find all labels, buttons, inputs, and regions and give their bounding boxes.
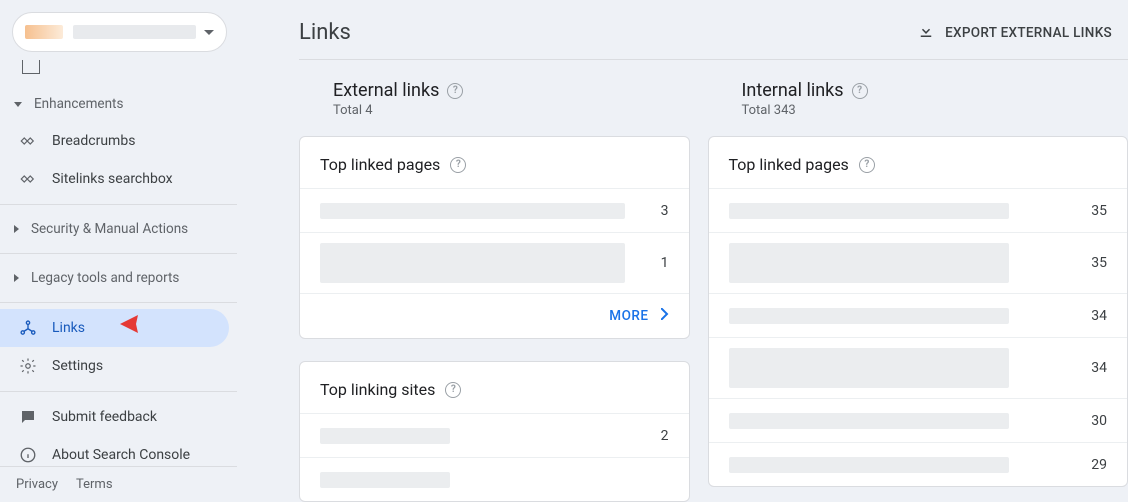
row-value: 34	[1083, 308, 1107, 324]
row-value: 29	[1083, 457, 1107, 473]
page-title: Links	[299, 20, 351, 45]
table-row[interactable]	[300, 457, 689, 501]
property-favicon	[25, 25, 63, 39]
gear-icon	[18, 357, 38, 375]
card-title: Top linked pages	[320, 155, 440, 174]
row-value: 35	[1083, 255, 1107, 271]
redacted-site	[320, 428, 450, 444]
row-value: 1	[645, 255, 669, 271]
divider	[0, 391, 237, 392]
table-row[interactable]: 2	[300, 413, 689, 457]
external-links-column: External links ? Total 4 Top linked page…	[299, 80, 690, 502]
internal-links-column: Internal links ? Total 343 Top linked pa…	[738, 80, 1128, 502]
expand-icon	[14, 102, 22, 107]
redacted-url	[320, 203, 625, 219]
nav-label: Sitelinks searchbox	[52, 171, 173, 187]
footer-terms-link[interactable]: Terms	[76, 477, 113, 492]
section-legacy[interactable]: Legacy tools and reports	[0, 260, 237, 296]
help-icon[interactable]: ?	[447, 83, 463, 99]
collapse-icon	[14, 225, 19, 233]
more-button[interactable]: MORE	[300, 293, 689, 338]
links-icon	[18, 319, 38, 337]
help-icon[interactable]: ?	[450, 157, 466, 173]
table-row[interactable]: 35	[709, 232, 1128, 293]
nav-links[interactable]: Links	[0, 309, 229, 347]
sidebar: Enhancements Breadcrumbs Sitelinks searc…	[0, 0, 237, 502]
card-external-top-linking-sites: Top linking sites ? 2	[299, 361, 690, 502]
nav-label: Settings	[52, 358, 103, 374]
sitelinks-icon	[18, 170, 38, 188]
download-icon	[917, 22, 935, 44]
page-header: Links EXPORT EXTERNAL LINKS	[299, 0, 1128, 60]
redacted-site	[320, 472, 450, 488]
help-icon[interactable]: ?	[852, 83, 868, 99]
redacted-url	[320, 243, 625, 283]
external-links-title: External links	[333, 80, 439, 101]
redacted-url	[729, 308, 1009, 324]
table-row[interactable]: 29	[709, 442, 1128, 486]
redacted-url	[729, 348, 1009, 388]
nav-submit-feedback[interactable]: Submit feedback	[0, 398, 229, 436]
collapse-icon	[14, 274, 19, 282]
external-links-total: Total 4	[333, 103, 690, 118]
redacted-url	[729, 243, 1009, 283]
nav-label: Links	[52, 320, 85, 336]
section-security[interactable]: Security & Manual Actions	[0, 211, 237, 247]
table-row[interactable]: 35	[709, 188, 1128, 232]
card-title: Top linking sites	[320, 380, 435, 399]
redacted-url	[729, 457, 1009, 473]
row-value: 3	[645, 203, 669, 219]
help-icon[interactable]: ?	[445, 382, 461, 398]
property-name-redacted	[73, 25, 196, 39]
clipped-nav-icon	[22, 60, 40, 74]
nav-settings[interactable]: Settings	[0, 347, 229, 385]
annotation-arrow	[110, 309, 210, 339]
row-value: 34	[1083, 360, 1107, 376]
section-enhancements[interactable]: Enhancements	[0, 86, 237, 122]
property-selector[interactable]	[12, 12, 227, 52]
table-row[interactable]: 34	[709, 337, 1128, 398]
info-icon	[18, 446, 38, 464]
chevron-right-icon	[661, 308, 669, 324]
divider	[0, 253, 237, 254]
footer-privacy-link[interactable]: Privacy	[16, 477, 58, 492]
section-label: Security & Manual Actions	[31, 221, 188, 237]
nav-breadcrumbs[interactable]: Breadcrumbs	[0, 122, 229, 160]
card-title: Top linked pages	[729, 155, 849, 174]
redacted-url	[729, 413, 1009, 429]
internal-links-total: Total 343	[742, 103, 1128, 118]
sidebar-footer: Privacy Terms	[0, 466, 237, 502]
section-label: Legacy tools and reports	[31, 270, 179, 286]
breadcrumbs-icon	[18, 132, 38, 150]
divider	[0, 204, 237, 205]
row-value: 35	[1083, 203, 1107, 219]
nav-label: Breadcrumbs	[52, 133, 135, 149]
table-row[interactable]: 30	[709, 398, 1128, 442]
table-row[interactable]: 3	[300, 188, 689, 232]
row-value: 30	[1083, 413, 1107, 429]
feedback-icon	[18, 408, 38, 426]
nav-sitelinks-searchbox[interactable]: Sitelinks searchbox	[0, 160, 229, 198]
redacted-url	[729, 203, 1009, 219]
chevron-down-icon	[204, 24, 214, 40]
card-internal-top-linked-pages: Top linked pages ? 35 35 34 34	[708, 136, 1128, 487]
export-external-links-button[interactable]: EXPORT EXTERNAL LINKS	[917, 22, 1112, 44]
table-row[interactable]: 1	[300, 232, 689, 293]
nav-label: About Search Console	[52, 447, 190, 463]
section-label: Enhancements	[34, 96, 123, 112]
row-value: 2	[645, 428, 669, 444]
nav-label: Submit feedback	[52, 409, 157, 425]
card-external-top-linked-pages: Top linked pages ? 3 1 MORE	[299, 136, 690, 339]
main-content: Links EXPORT EXTERNAL LINKS External lin…	[237, 0, 1128, 502]
table-row[interactable]: 34	[709, 293, 1128, 337]
help-icon[interactable]: ?	[859, 157, 875, 173]
internal-links-title: Internal links	[742, 80, 844, 101]
divider	[0, 302, 237, 303]
export-label: EXPORT EXTERNAL LINKS	[945, 25, 1112, 41]
